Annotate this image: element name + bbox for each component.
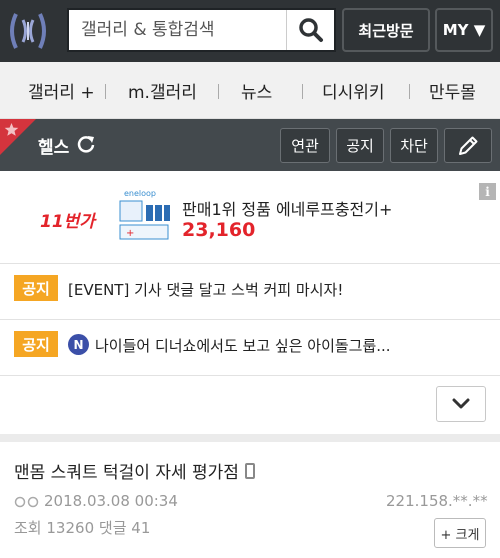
nav-divider — [409, 84, 410, 99]
main-nav: 갤러리 + m.갤러리 뉴스 디시위키 만두몰 — [0, 62, 500, 119]
gallery-title[interactable]: 헬스 — [38, 133, 69, 158]
post-date-row: 2018.03.08 00:34 — [14, 492, 178, 510]
search-icon — [298, 18, 323, 42]
recent-visits-button[interactable]: 최근방문 — [342, 8, 430, 52]
notice-text-row[interactable]: N 나이들어 디너쇼에서도 보고 싶은 아이돌그룹... — [68, 334, 391, 357]
star-icon[interactable] — [4, 122, 19, 137]
writer-icon — [14, 496, 39, 507]
nav-divider — [302, 84, 303, 99]
nav-item-dcwiki[interactable]: 디시위키 — [322, 62, 385, 119]
svg-text:eneloop: eneloop — [124, 189, 156, 198]
search-box — [67, 8, 336, 52]
comments-count: 41 — [131, 519, 151, 537]
notice-text[interactable]: [EVENT] 기사 댓글 달고 스벅 커피 마시자! — [68, 279, 343, 300]
mobile-icon — [244, 463, 255, 479]
new-icon: N — [68, 334, 89, 355]
section-divider — [0, 434, 500, 442]
nav-divider — [218, 84, 219, 99]
chevron-down-icon — [452, 398, 470, 409]
notice-item[interactable]: 공지 [EVENT] 기사 댓글 달고 스벅 커피 마시자! — [0, 264, 500, 320]
search-button[interactable] — [286, 10, 334, 50]
nav-item-m-gallery[interactable]: m.갤러리 — [128, 62, 197, 119]
notice-badge: 공지 — [14, 331, 58, 357]
info-icon[interactable]: i — [479, 183, 496, 200]
notice-expand-area — [0, 376, 500, 434]
nav-item-mandu-mall[interactable]: 만두몰 — [429, 62, 476, 119]
gallery-bar: 헬스 연관 공지 차단 — [0, 119, 500, 171]
dc-logo[interactable] — [6, 8, 50, 54]
views-label: 조회 — [14, 519, 42, 537]
block-button[interactable]: 차단 — [390, 128, 438, 163]
ad-product-text: 판매1위 정품 에네루프충전기+ — [182, 200, 393, 219]
pencil-icon — [459, 136, 478, 155]
post-title-row[interactable]: 맨몸 스쿼트 턱걸이 자세 평가점 — [14, 458, 255, 483]
comments-label: 댓글 — [98, 519, 127, 537]
product-image: eneloop + — [119, 189, 170, 240]
write-button[interactable] — [444, 128, 492, 163]
views-count: 13260 — [46, 519, 95, 537]
post-title[interactable]: 맨몸 스쿼트 턱걸이 자세 평가점 — [14, 463, 239, 483]
ad-price: 23,160 — [182, 219, 256, 241]
expand-notices-button[interactable] — [436, 386, 486, 422]
post-stats: 조회 13260 댓글 41 — [14, 517, 150, 538]
notice-button[interactable]: 공지 — [336, 128, 384, 163]
enlarge-button[interactable]: + 크게 — [434, 518, 486, 548]
notice-text[interactable]: 나이들어 디너쇼에서도 보고 싶은 아이돌그룹... — [95, 337, 391, 355]
my-menu-button[interactable]: MY ▼ — [435, 8, 493, 52]
nav-divider — [105, 84, 106, 99]
post-date: 2018.03.08 00:34 — [44, 492, 178, 510]
nav-item-news[interactable]: 뉴스 — [241, 62, 272, 119]
refresh-icon[interactable] — [76, 134, 96, 154]
eleven-st-logo: 11번가 — [40, 212, 95, 232]
ad-banner[interactable]: 11번가 eneloop + 판매1위 정품 에네루프충전기+ 23,160 i — [0, 171, 500, 264]
post-ip: 221.158.**.** — [386, 492, 488, 510]
top-header: 최근방문 MY ▼ — [0, 0, 500, 62]
notice-item[interactable]: 공지 N 나이들어 디너쇼에서도 보고 싶은 아이돌그룹... — [0, 320, 500, 376]
nav-item-gallery[interactable]: 갤러리 + — [28, 62, 95, 119]
search-input[interactable] — [69, 10, 287, 50]
notice-badge: 공지 — [14, 275, 58, 301]
svg-text:+: + — [126, 228, 134, 239]
related-button[interactable]: 연관 — [280, 128, 330, 163]
